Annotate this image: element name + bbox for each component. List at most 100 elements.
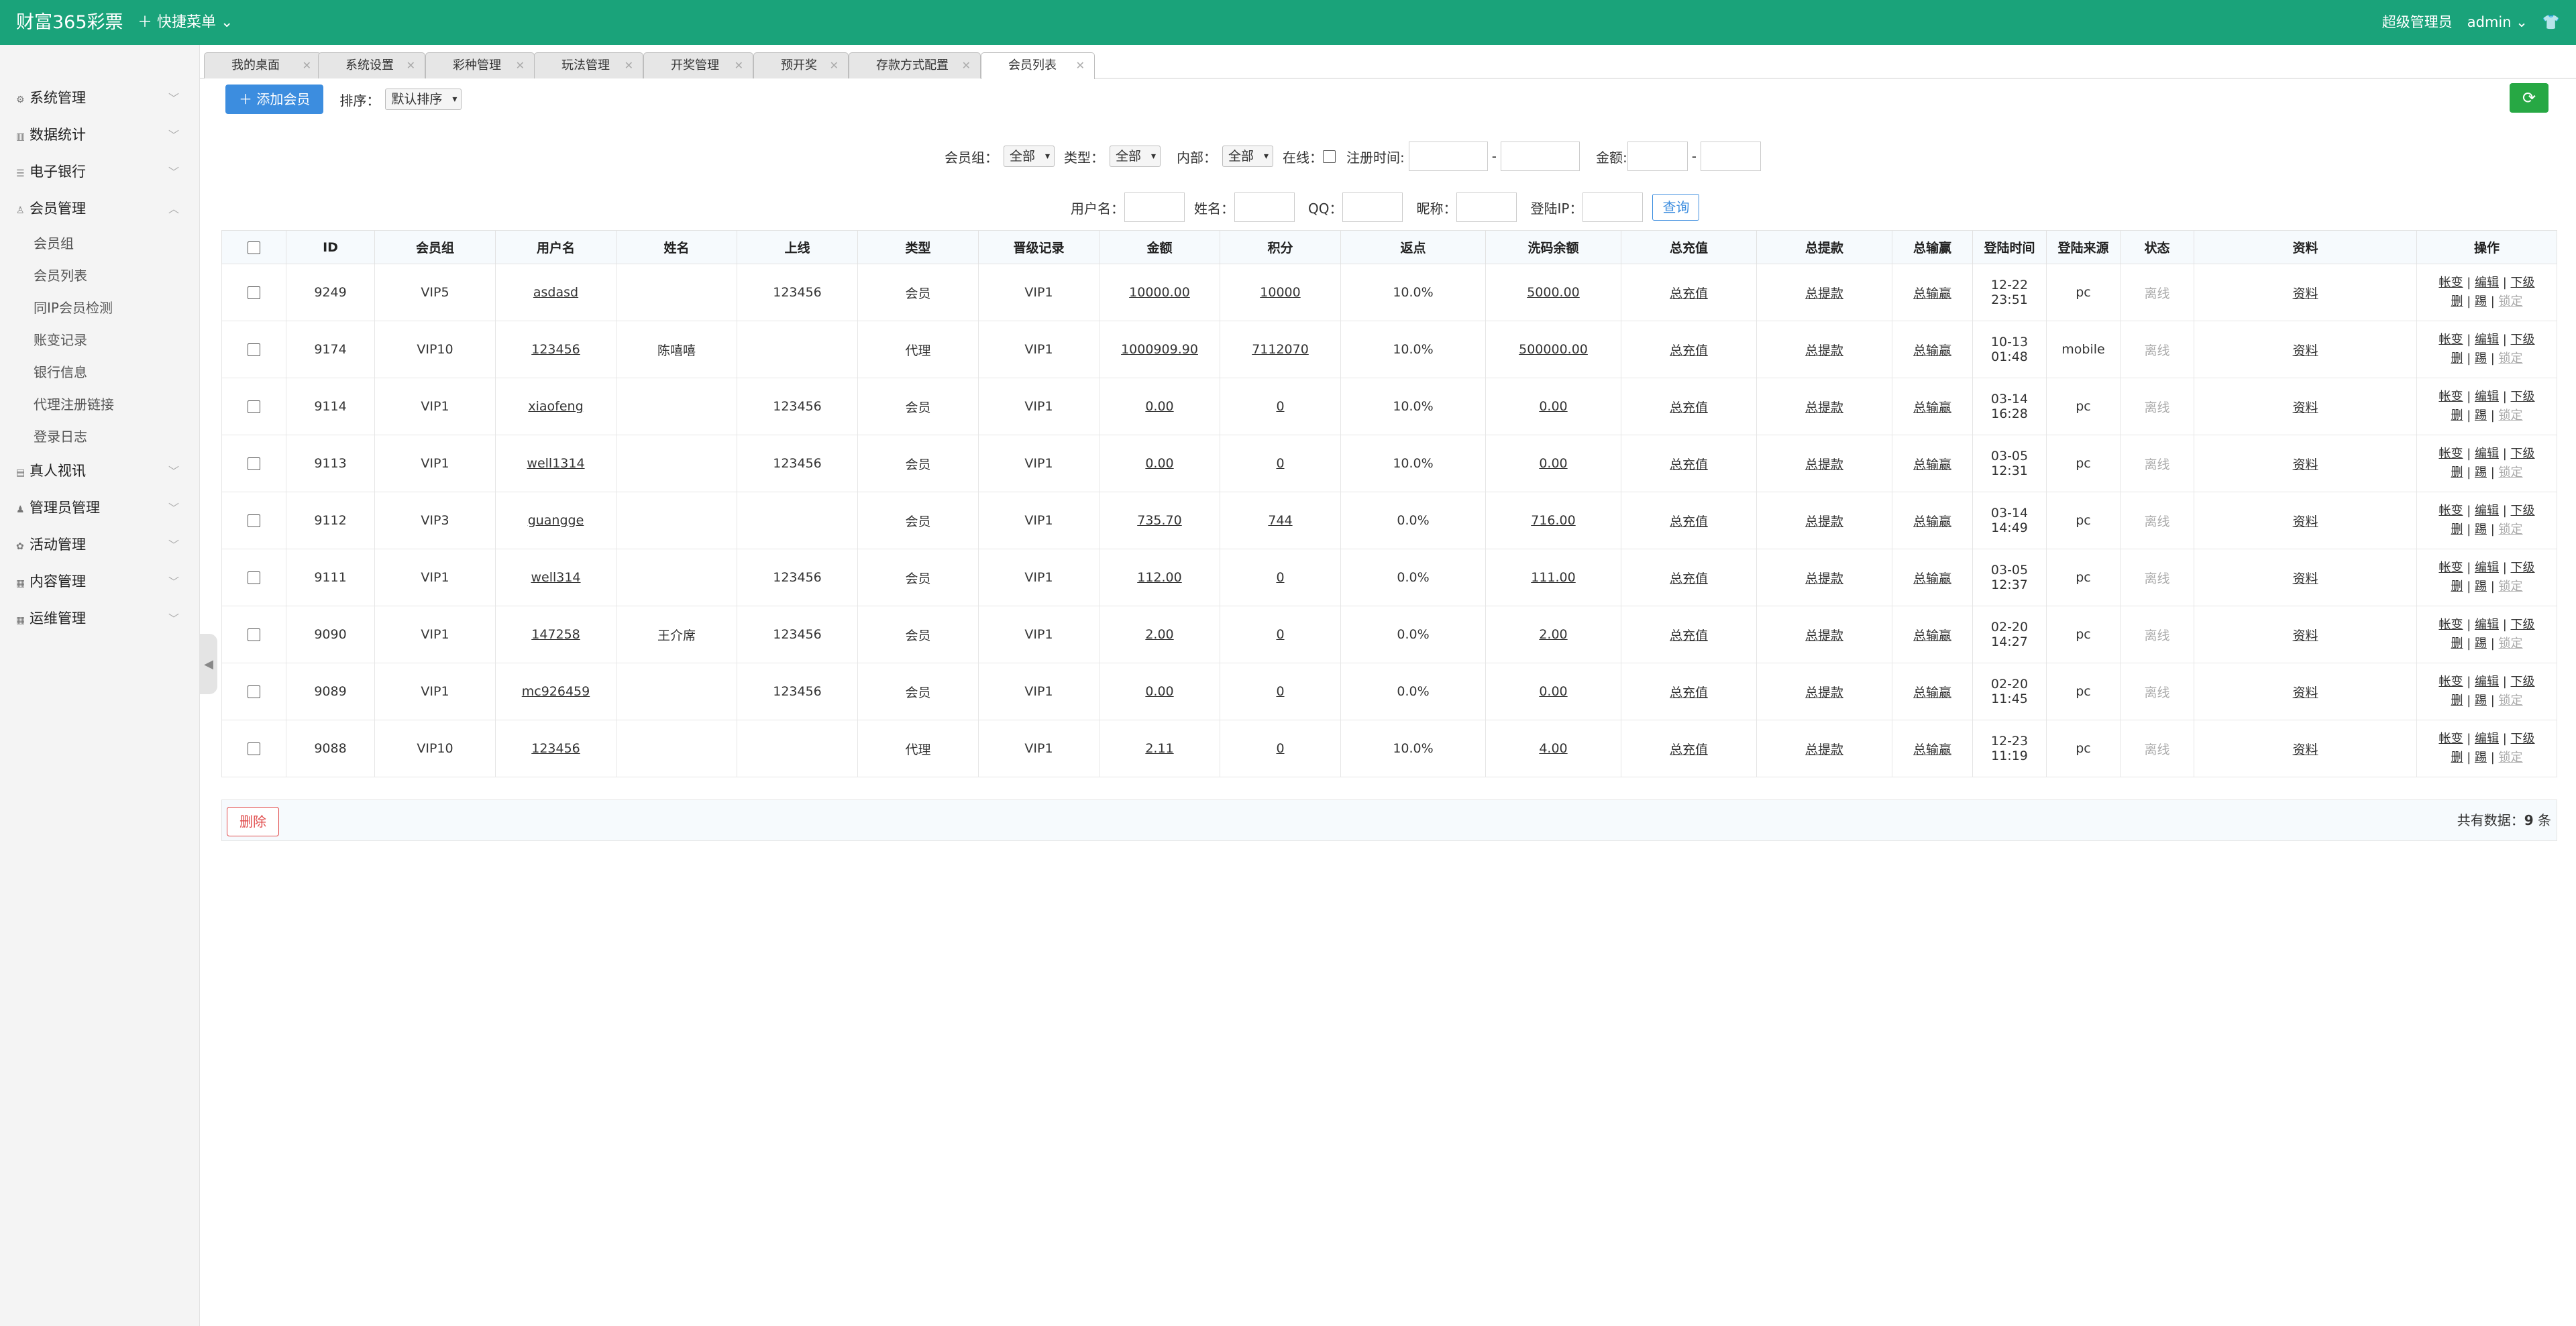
sidebar-collapse-handle[interactable]: ◀ bbox=[200, 634, 217, 694]
sidebar-subitem[interactable]: 登录日志 bbox=[0, 421, 199, 453]
sidebar-subitem[interactable]: 账变记录 bbox=[0, 324, 199, 356]
cell-link[interactable]: 总输赢 bbox=[1913, 457, 1951, 472]
cell-link[interactable]: 7112070 bbox=[1252, 342, 1309, 357]
row-action-link[interactable]: 编辑 bbox=[2475, 561, 2499, 575]
row-action-link[interactable]: 踢 bbox=[2475, 351, 2487, 366]
cell-link[interactable]: 112.00 bbox=[1137, 570, 1181, 585]
cell-link[interactable]: 总输赢 bbox=[1913, 628, 1951, 643]
cell-link[interactable]: 总充值 bbox=[1670, 400, 1708, 415]
row-checkbox[interactable] bbox=[248, 286, 260, 299]
row-action-link[interactable]: 踢 bbox=[2475, 751, 2487, 765]
row-action-link[interactable]: 踢 bbox=[2475, 637, 2487, 651]
row-action-link[interactable]: 编辑 bbox=[2475, 390, 2499, 404]
cell-link[interactable]: asdasd bbox=[533, 285, 578, 300]
row-action-link[interactable]: 帐变 bbox=[2438, 333, 2463, 347]
sidebar-item[interactable]: ☰ 电子银行 ﹀ bbox=[0, 154, 199, 190]
row-action-link[interactable]: 删 bbox=[2451, 465, 2463, 480]
cell-link[interactable]: 0.00 bbox=[1145, 684, 1173, 699]
cell-link[interactable]: 资料 bbox=[2292, 514, 2318, 529]
row-action-link[interactable]: 锁定 bbox=[2499, 522, 2523, 537]
row-checkbox[interactable] bbox=[248, 742, 260, 755]
cell-link[interactable]: guangge bbox=[528, 513, 584, 528]
cell-link[interactable]: 0 bbox=[1276, 399, 1284, 414]
cell-link[interactable]: 总提款 bbox=[1805, 286, 1843, 301]
cell-link[interactable]: 总提款 bbox=[1805, 400, 1843, 415]
cell-link[interactable]: 0.00 bbox=[1539, 456, 1567, 471]
row-action-link[interactable]: 踢 bbox=[2475, 694, 2487, 708]
cell-link[interactable]: 总输赢 bbox=[1913, 514, 1951, 529]
cell-link[interactable]: 总充值 bbox=[1670, 742, 1708, 757]
row-action-link[interactable]: 锁定 bbox=[2499, 294, 2523, 309]
cell-link[interactable]: mc926459 bbox=[522, 684, 590, 699]
sidebar-subitem[interactable]: 银行信息 bbox=[0, 356, 199, 388]
cell-link[interactable]: xiaofeng bbox=[528, 399, 583, 414]
cell-link[interactable]: 735.70 bbox=[1137, 513, 1181, 528]
sidebar-item[interactable]: ♙ 会员管理 ︿ bbox=[0, 190, 199, 227]
row-action-link[interactable]: 踢 bbox=[2475, 579, 2487, 594]
row-checkbox[interactable] bbox=[248, 400, 260, 413]
cell-link[interactable]: 10000.00 bbox=[1129, 285, 1190, 300]
internal-filter-select[interactable]: 全部 ▾ bbox=[1222, 146, 1274, 167]
name-filter-input[interactable] bbox=[1234, 192, 1295, 222]
row-action-link[interactable]: 删 bbox=[2451, 351, 2463, 366]
cell-link[interactable]: 资料 bbox=[2292, 286, 2318, 301]
row-action-link[interactable]: 编辑 bbox=[2475, 675, 2499, 689]
cell-link[interactable]: 总输赢 bbox=[1913, 685, 1951, 700]
row-checkbox[interactable] bbox=[248, 343, 260, 356]
cell-link[interactable]: 总提款 bbox=[1805, 457, 1843, 472]
cell-link[interactable]: 总提款 bbox=[1805, 685, 1843, 700]
row-action-link[interactable]: 锁定 bbox=[2499, 751, 2523, 765]
sidebar-item[interactable]: ▤ 真人视讯 ﹀ bbox=[0, 453, 199, 490]
nickname-filter-input[interactable] bbox=[1456, 192, 1517, 222]
add-member-button[interactable]: ＋ 添加会员 bbox=[225, 85, 324, 114]
row-action-link[interactable]: 帐变 bbox=[2438, 276, 2463, 290]
shirt-icon[interactable]: 👕 bbox=[2542, 0, 2560, 45]
amount-min-input[interactable] bbox=[1627, 142, 1688, 171]
tab-item[interactable]: 会员列表 ✕ bbox=[981, 52, 1095, 79]
sidebar-subitem[interactable]: 会员组 bbox=[0, 227, 199, 260]
regtime-start-input[interactable] bbox=[1408, 142, 1488, 171]
tab-item[interactable]: 开奖管理 ✕ bbox=[643, 52, 753, 78]
sidebar-subitem[interactable]: 会员列表 bbox=[0, 260, 199, 292]
select-all-checkbox[interactable] bbox=[248, 241, 260, 254]
cell-link[interactable]: 0.00 bbox=[1539, 399, 1567, 414]
cell-link[interactable]: 0 bbox=[1276, 741, 1284, 756]
sidebar-item[interactable]: ▦ 运维管理 ﹀ bbox=[0, 600, 199, 637]
close-icon[interactable]: ✕ bbox=[735, 53, 743, 78]
cell-link[interactable]: 总输赢 bbox=[1913, 400, 1951, 415]
row-action-link[interactable]: 删 bbox=[2451, 637, 2463, 651]
row-action-link[interactable]: 锁定 bbox=[2499, 579, 2523, 594]
cell-link[interactable]: 总提款 bbox=[1805, 628, 1843, 643]
cell-link[interactable]: 0.00 bbox=[1145, 399, 1173, 414]
row-action-link[interactable]: 删 bbox=[2451, 694, 2463, 708]
row-action-link[interactable]: 踢 bbox=[2475, 465, 2487, 480]
cell-link[interactable]: 总输赢 bbox=[1913, 286, 1951, 301]
row-action-link[interactable]: 下级 bbox=[2511, 390, 2535, 404]
row-action-link[interactable]: 删 bbox=[2451, 294, 2463, 309]
row-checkbox[interactable] bbox=[248, 514, 260, 527]
row-action-link[interactable]: 帐变 bbox=[2438, 447, 2463, 461]
cell-link[interactable]: 0 bbox=[1276, 456, 1284, 471]
sidebar-subitem[interactable]: 同IP会员检测 bbox=[0, 292, 199, 324]
row-action-link[interactable]: 编辑 bbox=[2475, 504, 2499, 518]
quick-menu[interactable]: ＋ 快捷菜单 ⌄ bbox=[138, 0, 233, 45]
row-checkbox[interactable] bbox=[248, 457, 260, 470]
row-action-link[interactable]: 踢 bbox=[2475, 522, 2487, 537]
close-icon[interactable]: ✕ bbox=[830, 53, 839, 78]
cell-link[interactable]: 744 bbox=[1268, 513, 1292, 528]
cell-link[interactable]: 总充值 bbox=[1670, 343, 1708, 358]
refresh-button[interactable]: ⟳ bbox=[2510, 83, 2548, 113]
tab-item[interactable]: 预开奖 ✕ bbox=[753, 52, 849, 78]
cell-link[interactable]: 总充值 bbox=[1670, 514, 1708, 529]
row-action-link[interactable]: 锁定 bbox=[2499, 351, 2523, 366]
row-checkbox[interactable] bbox=[248, 628, 260, 641]
cell-link[interactable]: 总充值 bbox=[1670, 286, 1708, 301]
cell-link[interactable]: 111.00 bbox=[1531, 570, 1575, 585]
row-action-link[interactable]: 帐变 bbox=[2438, 561, 2463, 575]
row-action-link[interactable]: 下级 bbox=[2511, 276, 2535, 290]
cell-link[interactable]: 总提款 bbox=[1805, 571, 1843, 586]
sidebar-subitem[interactable]: 代理注册链接 bbox=[0, 388, 199, 421]
close-icon[interactable]: ✕ bbox=[1076, 53, 1085, 78]
cell-link[interactable]: 总输赢 bbox=[1913, 742, 1951, 757]
cell-link[interactable]: 2.11 bbox=[1145, 741, 1173, 756]
